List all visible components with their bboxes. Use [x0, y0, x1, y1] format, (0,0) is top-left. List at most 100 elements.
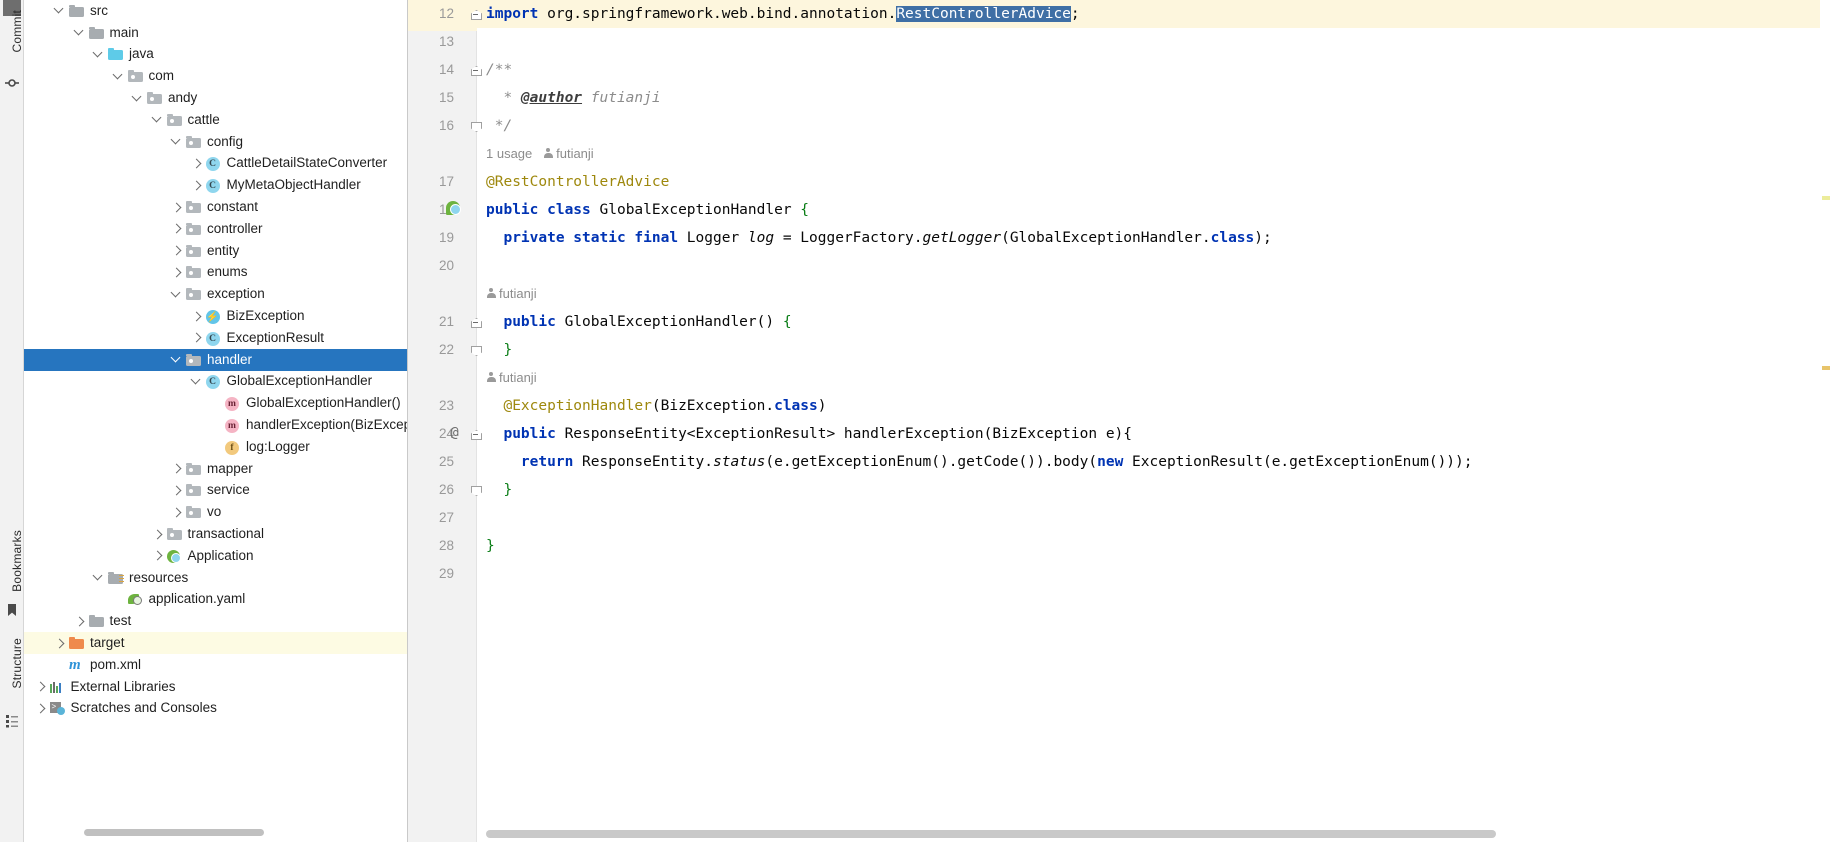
- code-fold-top-icon[interactable]: [470, 428, 482, 440]
- chevron-down-icon[interactable]: [92, 571, 105, 584]
- tree-row-scratches-and-consoles[interactable]: Scratches and Consoles: [24, 698, 407, 720]
- line-number[interactable]: 14: [408, 56, 454, 84]
- editor-line-26[interactable]: 26 }: [408, 476, 1832, 504]
- project-tree-horizontal-scrollbar[interactable]: [84, 829, 264, 836]
- code-fold-bot-icon[interactable]: [470, 484, 482, 496]
- chevron-down-icon[interactable]: [92, 48, 105, 61]
- line-number[interactable]: 12: [408, 0, 454, 28]
- chevron-right-icon[interactable]: [190, 331, 203, 344]
- tree-row-andy[interactable]: andy: [24, 87, 407, 109]
- chevron-right-icon[interactable]: [170, 244, 183, 257]
- line-number[interactable]: 26: [408, 476, 454, 504]
- line-content[interactable]: import org.springframework.web.bind.anno…: [486, 0, 1080, 28]
- code-fold-bot-icon[interactable]: [470, 120, 482, 132]
- line-content[interactable]: private static final Logger log = Logger…: [486, 224, 1271, 252]
- editor-line-18[interactable]: 18public class GlobalExceptionHandler {: [408, 196, 1832, 224]
- line-number[interactable]: 17: [408, 168, 454, 196]
- line-number[interactable]: 19: [408, 224, 454, 252]
- chevron-down-icon[interactable]: [151, 113, 164, 126]
- editor-line-23[interactable]: 23 @ExceptionHandler(BizException.class): [408, 392, 1832, 420]
- chevron-right-icon[interactable]: [34, 680, 47, 693]
- tree-row-java[interactable]: java: [24, 44, 407, 66]
- tree-row-enums[interactable]: enums: [24, 262, 407, 284]
- editor-line-14[interactable]: 14 /**: [408, 56, 1832, 84]
- editor-code-area[interactable]: 12 import org.springframework.web.bind.an…: [408, 0, 1832, 842]
- chevron-down-icon[interactable]: [53, 4, 66, 17]
- editor-line-20[interactable]: 20: [408, 252, 1832, 280]
- line-content[interactable]: public class GlobalExceptionHandler {: [486, 196, 809, 224]
- line-content[interactable]: @ExceptionHandler(BizException.class): [486, 392, 826, 420]
- chevron-right-icon[interactable]: [170, 484, 183, 497]
- tree-row-application-yaml[interactable]: application.yaml: [24, 589, 407, 611]
- line-number[interactable]: 29: [408, 560, 454, 588]
- editor-line-21[interactable]: 21 public GlobalExceptionHandler() {: [408, 308, 1832, 336]
- tree-row-globalexceptionhandler[interactable]: m GlobalExceptionHandler(): [24, 392, 407, 414]
- line-number[interactable]: 15: [408, 84, 454, 112]
- scrollbar-mark-warning[interactable]: [1822, 196, 1830, 200]
- editor-line-24[interactable]: 24 @ public ResponseEntity<ExceptionResul…: [408, 420, 1832, 448]
- tree-row-exception[interactable]: exception: [24, 283, 407, 305]
- author-hint[interactable]: futianji: [499, 286, 537, 301]
- spring-bean-gutter-icon[interactable]: [446, 201, 463, 218]
- author-hint[interactable]: futianji: [556, 146, 594, 161]
- editor-line-27[interactable]: 27: [408, 504, 1832, 532]
- chevron-right-icon[interactable]: [34, 702, 47, 715]
- line-number[interactable]: 25: [408, 448, 454, 476]
- line-number[interactable]: 16: [408, 112, 454, 140]
- chevron-right-icon[interactable]: [151, 549, 164, 562]
- editor-line-13[interactable]: 13: [408, 28, 1832, 56]
- tree-row-log-logger[interactable]: f log:Logger: [24, 436, 407, 458]
- chevron-down-icon[interactable]: [190, 375, 203, 388]
- chevron-down-icon[interactable]: [170, 288, 183, 301]
- code-fold-top-icon[interactable]: [470, 316, 482, 328]
- project-tree[interactable]: src main java com andy cattle config C CattleDet…: [24, 0, 407, 719]
- code-fold-bot-icon[interactable]: [470, 344, 482, 356]
- chevron-down-icon[interactable]: [112, 70, 125, 83]
- tree-row-mymetaobjecthandler[interactable]: C MyMetaObjectHandler: [24, 174, 407, 196]
- tree-row-handler[interactable]: handler: [24, 348, 407, 371]
- editor-line-28[interactable]: 28}: [408, 532, 1832, 560]
- author-hint[interactable]: futianji: [499, 370, 537, 385]
- chevron-right-icon[interactable]: [170, 462, 183, 475]
- line-number[interactable]: 21: [408, 308, 454, 336]
- chevron-down-icon[interactable]: [170, 135, 183, 148]
- editor-line-15[interactable]: 15 * @author futianji: [408, 84, 1832, 112]
- line-content[interactable]: }: [486, 336, 512, 364]
- tree-row-test[interactable]: test: [24, 610, 407, 632]
- editor-line-22[interactable]: 22 }: [408, 336, 1832, 364]
- line-content[interactable]: /**: [486, 56, 512, 84]
- structure-icon[interactable]: [5, 714, 19, 728]
- chevron-right-icon[interactable]: [53, 637, 66, 650]
- chevron-right-icon[interactable]: [190, 310, 203, 323]
- tree-row-handlerexception-bizexcep[interactable]: m handlerException(BizExcep: [24, 414, 407, 436]
- toolwindow-commit-label[interactable]: Commit: [10, 10, 24, 53]
- chevron-right-icon[interactable]: [190, 179, 203, 192]
- commit-icon[interactable]: [5, 76, 19, 90]
- annotation-gutter-icon[interactable]: @: [446, 425, 463, 442]
- line-number[interactable]: 20: [408, 252, 454, 280]
- tree-row-external-libraries[interactable]: External Libraries: [24, 676, 407, 698]
- bookmark-icon[interactable]: [5, 603, 19, 617]
- chevron-right-icon[interactable]: [170, 266, 183, 279]
- tree-row-target[interactable]: target: [24, 632, 407, 654]
- line-content[interactable]: @RestControllerAdvice: [486, 168, 669, 196]
- editor-line-16[interactable]: 16 */: [408, 112, 1832, 140]
- project-tool-window[interactable]: src main java com andy cattle config C CattleDet…: [24, 0, 408, 842]
- toolwindow-bookmarks-label[interactable]: Bookmarks: [10, 530, 24, 592]
- tree-row-constant[interactable]: constant: [24, 196, 407, 218]
- tree-row-globalexceptionhandler[interactable]: C GlobalExceptionHandler: [24, 371, 407, 393]
- line-number[interactable]: 23: [408, 392, 454, 420]
- chevron-right-icon[interactable]: [151, 528, 164, 541]
- tree-row-src[interactable]: src: [24, 0, 407, 22]
- tree-row-vo[interactable]: vo: [24, 501, 407, 523]
- tree-row-controller[interactable]: controller: [24, 218, 407, 240]
- tree-row-resources[interactable]: resources: [24, 567, 407, 589]
- editor-line-19[interactable]: 19 private static final Logger log = Log…: [408, 224, 1832, 252]
- usage-count-hint[interactable]: 1 usage: [486, 146, 532, 161]
- tree-row-service[interactable]: service: [24, 480, 407, 502]
- tree-row-transactional[interactable]: transactional: [24, 523, 407, 545]
- line-number[interactable]: 13: [408, 28, 454, 56]
- code-editor[interactable]: 12 import org.springframework.web.bind.an…: [408, 0, 1832, 842]
- chevron-down-icon[interactable]: [131, 92, 144, 105]
- editor-horizontal-scrollbar[interactable]: [486, 830, 1496, 838]
